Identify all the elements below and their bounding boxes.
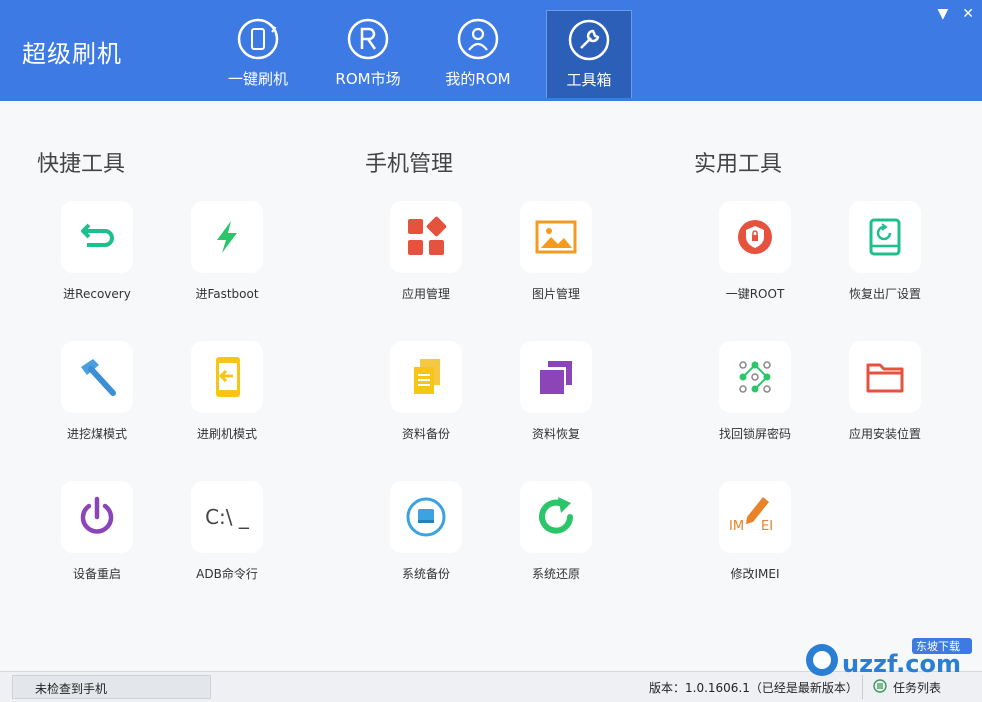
tool-tile — [719, 201, 791, 273]
phone-arrow-icon — [216, 357, 240, 397]
tab-label: 工具箱 — [566, 71, 612, 89]
tool-label: 进Recovery — [63, 287, 131, 301]
documents-icon — [414, 359, 440, 394]
tool-one-click-root[interactable]: 一键ROOT — [690, 201, 820, 302]
shield-lock-icon — [738, 220, 772, 254]
title-bar: 超级刷机 一键刷机 ROM市场 我的ROM 工具箱 ▼ ✕ — [0, 0, 982, 101]
tool-label: 修改IMEI — [730, 567, 780, 581]
tool-tile — [520, 341, 592, 413]
tool-label: 一键ROOT — [725, 287, 785, 301]
task-list-label: 任务列表 — [893, 681, 942, 695]
tool-tile — [61, 481, 133, 553]
pencil-icon — [746, 497, 769, 524]
refresh-icon — [539, 497, 573, 534]
tool-factory-reset[interactable]: 恢复出厂设置 — [820, 201, 950, 302]
svg-text:东坡下载: 东坡下载 — [916, 640, 960, 653]
tool-label: ADB命令行 — [196, 567, 258, 581]
tool-device-reboot[interactable]: 设备重启 — [32, 481, 162, 582]
close-button[interactable]: ✕ — [962, 6, 974, 22]
tool-label: 设备重启 — [72, 567, 121, 581]
tab-my-rom[interactable]: 我的ROM — [435, 10, 521, 98]
tool-tile — [61, 201, 133, 273]
tool-tile — [520, 481, 592, 553]
section-title-phone-management: 手机管理 — [365, 152, 454, 177]
tool-tile: IM EI — [719, 481, 791, 553]
tool-tile — [849, 201, 921, 273]
tool-adb-command-line[interactable]: C:\ _ ADB命令行 — [162, 481, 292, 582]
power-icon — [80, 496, 114, 534]
tool-modify-imei[interactable]: IM EI 修改IMEI — [690, 481, 820, 582]
rom-r-icon — [347, 18, 389, 60]
svg-text:uzzf.com: uzzf.com — [842, 650, 961, 678]
return-arrow-icon — [81, 223, 114, 247]
app-title: 超级刷机 — [22, 40, 122, 68]
tab-label: 我的ROM — [445, 70, 511, 88]
section-title-quick-tools: 快捷工具 — [37, 152, 126, 177]
tool-label: 系统备份 — [401, 567, 450, 581]
terminal-icon: C:\ _ — [205, 505, 249, 529]
tool-app-management[interactable]: 应用管理 — [361, 201, 491, 302]
tool-tile — [191, 201, 263, 273]
tool-data-backup[interactable]: 资料备份 — [361, 341, 491, 442]
window-controls: ▼ ✕ — [937, 6, 974, 22]
tool-label: 恢复出厂设置 — [848, 287, 921, 301]
tab-label: 一键刷机 — [227, 70, 288, 88]
tool-label: 图片管理 — [531, 287, 580, 301]
tool-enter-flash-mode[interactable]: 进刷机模式 — [162, 341, 292, 442]
tool-enter-recovery[interactable]: 进Recovery — [32, 201, 162, 302]
tool-label: 进Fastboot — [195, 287, 259, 301]
tool-tile — [390, 341, 462, 413]
tool-label: 应用安装位置 — [848, 427, 921, 441]
tab-toolbox[interactable]: 工具箱 — [546, 10, 632, 98]
wrench-icon — [568, 19, 610, 61]
tool-label: 资料恢复 — [531, 427, 580, 441]
tool-label: 进刷机模式 — [196, 427, 257, 441]
tool-photo-management[interactable]: 图片管理 — [491, 201, 621, 302]
device-status: 未检查到手机 — [12, 675, 211, 699]
lightning-icon — [217, 221, 237, 253]
tool-recover-lock-password[interactable]: 找回锁屏密码 — [690, 341, 820, 442]
disk-icon — [406, 497, 446, 537]
tool-system-backup[interactable]: 系统备份 — [361, 481, 491, 582]
section-title-utility-tools: 实用工具 — [694, 152, 783, 177]
tab-rom-market[interactable]: ROM市场 — [325, 10, 411, 98]
device-reset-icon — [869, 218, 901, 256]
tool-enter-mining-mode[interactable]: 进挖煤模式 — [32, 341, 162, 442]
uzzf-watermark-logo: uzzf.com 东坡下载 — [806, 638, 972, 678]
tab-label: ROM市场 — [335, 70, 401, 88]
minimize-button[interactable]: ▼ — [937, 6, 948, 22]
tool-enter-fastboot[interactable]: 进Fastboot — [162, 201, 292, 302]
tool-label: 系统还原 — [531, 567, 580, 581]
app-grid-icon — [408, 216, 447, 255]
hammer-icon — [81, 359, 116, 396]
user-icon — [457, 18, 499, 60]
tool-label: 找回锁屏密码 — [718, 427, 791, 441]
tool-tile — [719, 341, 791, 413]
tool-tile — [390, 201, 462, 273]
tool-app-install-location[interactable]: 应用安装位置 — [820, 341, 950, 442]
pattern-lock-icon — [739, 361, 771, 393]
tool-tile — [61, 341, 133, 413]
phone-refresh-icon — [237, 18, 279, 60]
tool-system-restore[interactable]: 系统还原 — [491, 481, 621, 582]
folder-icon — [866, 363, 904, 393]
tool-tile — [390, 481, 462, 553]
tool-tile — [191, 341, 263, 413]
tool-data-restore[interactable]: 资料恢复 — [491, 341, 621, 442]
tool-tile — [849, 341, 921, 413]
tab-one-click-flash[interactable]: 一键刷机 — [215, 10, 301, 98]
tool-label: 应用管理 — [401, 287, 450, 301]
tool-tile — [520, 201, 592, 273]
tool-label: 进挖煤模式 — [66, 427, 127, 441]
tool-tile: C:\ _ — [191, 481, 263, 553]
stacked-squares-icon — [540, 361, 572, 394]
image-icon — [535, 220, 577, 254]
tool-label: 资料备份 — [401, 427, 450, 441]
